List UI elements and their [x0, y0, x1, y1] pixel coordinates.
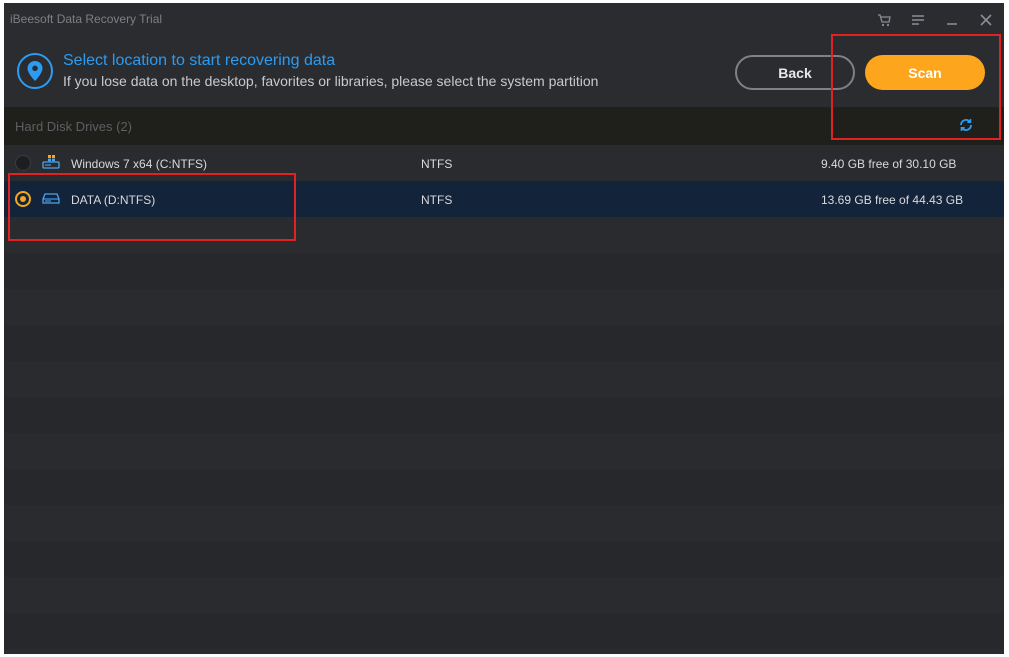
section-label: Hard Disk Drives (2)	[15, 119, 133, 134]
page-subtitle: If you lose data on the desktop, favorit…	[63, 73, 599, 89]
hard-disk-drives-header: Hard Disk Drives (2)	[4, 107, 1004, 145]
drive-radio-d[interactable]	[15, 191, 31, 207]
drive-filesystem: NTFS	[421, 193, 453, 207]
windows-drive-icon	[42, 154, 60, 170]
drive-filesystem: NTFS	[421, 157, 453, 171]
app-window: iBeesoft Data Recovery Trial Select loca…	[4, 3, 1004, 654]
close-icon[interactable]	[978, 12, 994, 28]
back-button[interactable]: Back	[735, 55, 855, 90]
window-controls	[876, 12, 994, 28]
cart-icon[interactable]	[876, 12, 892, 28]
menu-icon[interactable]	[910, 12, 926, 28]
drive-row-d[interactable]: DATA (D:NTFS) NTFS 13.69 GB free of 44.4…	[4, 181, 1004, 217]
drive-list-background	[4, 217, 1004, 654]
minimize-icon[interactable]	[944, 12, 960, 28]
drive-radio-c[interactable]	[15, 155, 31, 171]
scan-button[interactable]: Scan	[865, 55, 985, 90]
drive-row-c[interactable]: Windows 7 x64 (C:NTFS) NTFS 9.40 GB free…	[4, 145, 1004, 181]
refresh-icon[interactable]	[958, 117, 974, 133]
location-pin-icon	[16, 52, 54, 90]
hard-drive-icon	[42, 190, 60, 206]
page-title: Select location to start recovering data	[63, 52, 336, 69]
page-header: Select location to start recovering data…	[4, 35, 1004, 107]
drive-name: DATA (D:NTFS)	[71, 193, 156, 207]
drive-free-space: 9.40 GB free of 30.10 GB	[821, 157, 957, 171]
title-bar: iBeesoft Data Recovery Trial	[4, 3, 1004, 35]
app-title: iBeesoft Data Recovery Trial	[10, 12, 163, 26]
drive-free-space: 13.69 GB free of 44.43 GB	[821, 193, 964, 207]
drive-name: Windows 7 x64 (C:NTFS)	[71, 157, 208, 171]
